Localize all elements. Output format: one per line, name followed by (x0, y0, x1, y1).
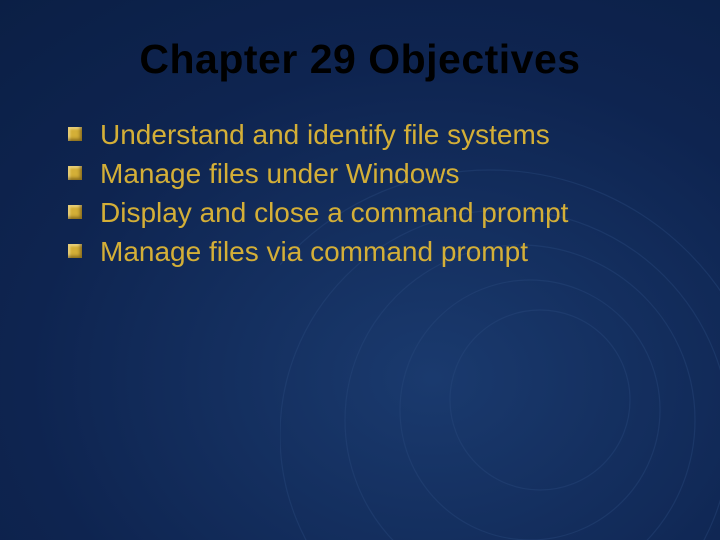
square-bullet-icon (68, 127, 82, 141)
square-bullet-icon (68, 166, 82, 180)
list-item: Manage files via command prompt (68, 234, 660, 269)
list-item: Display and close a command prompt (68, 195, 660, 230)
bullet-text: Understand and identify file systems (100, 117, 550, 152)
bullet-list: Understand and identify file systems Man… (60, 117, 660, 269)
list-item: Manage files under Windows (68, 156, 660, 191)
slide-content: Chapter 29 Objectives Understand and ide… (0, 0, 720, 540)
slide-title: Chapter 29 Objectives (60, 36, 660, 83)
list-item: Understand and identify file systems (68, 117, 660, 152)
square-bullet-icon (68, 244, 82, 258)
bullet-text: Manage files under Windows (100, 156, 460, 191)
square-bullet-icon (68, 205, 82, 219)
bullet-text: Display and close a command prompt (100, 195, 568, 230)
bullet-text: Manage files via command prompt (100, 234, 528, 269)
